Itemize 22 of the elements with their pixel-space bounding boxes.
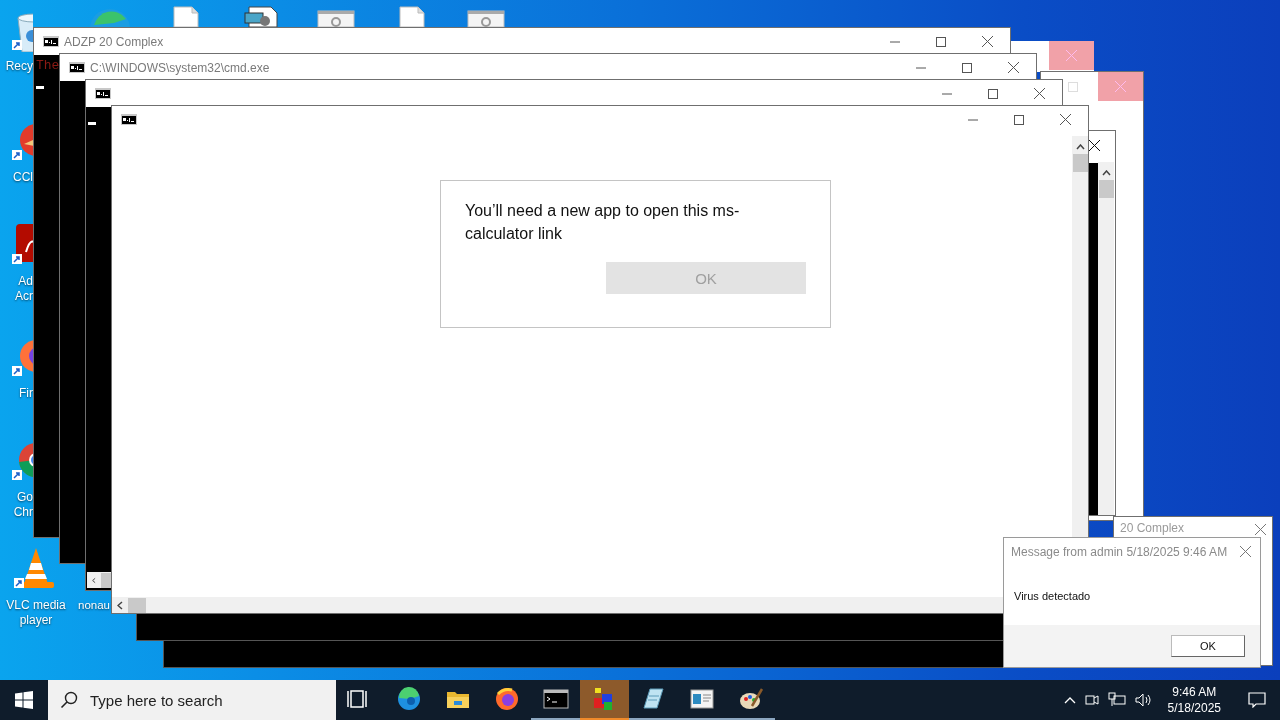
window-title: 20 Complex bbox=[1120, 521, 1185, 535]
clock-time[interactable]: 9:46 AM bbox=[1172, 684, 1217, 700]
icon-label[interactable]: Ad bbox=[18, 274, 33, 289]
message-text: Virus detectado bbox=[1014, 590, 1092, 602]
icon-label[interactable]: CCl bbox=[13, 170, 33, 185]
icon-label[interactable]: player bbox=[19, 613, 53, 628]
icon-label[interactable]: Fir bbox=[19, 386, 33, 401]
message-title: Message from admin 5/18/2025 9:46 AM bbox=[1011, 545, 1228, 559]
search-field[interactable]: Type here to search bbox=[88, 690, 322, 710]
ok-button[interactable]: OK bbox=[1171, 635, 1245, 657]
icon-label[interactable]: Recy bbox=[5, 59, 33, 74]
clock-date[interactable]: 5/18/2025 bbox=[1167, 700, 1221, 716]
icon-label[interactable]: Go bbox=[17, 490, 33, 505]
dialog-message: You’ll need a new app to open this ms-calculator link bbox=[465, 201, 741, 244]
icon-label[interactable]: Chr bbox=[13, 505, 33, 520]
icon-label[interactable]: Acr bbox=[15, 289, 33, 304]
icon-label[interactable]: VLC media bbox=[6, 598, 66, 613]
icon-label[interactable]: nonau bbox=[78, 598, 110, 613]
window-title: C:\WINDOWS\system32\cmd.exe bbox=[90, 60, 270, 75]
search-bar[interactable]: Type here to search bbox=[48, 680, 336, 720]
console-text: The bbox=[36, 58, 60, 74]
window-title: ADZP 20 Complex bbox=[64, 34, 164, 49]
